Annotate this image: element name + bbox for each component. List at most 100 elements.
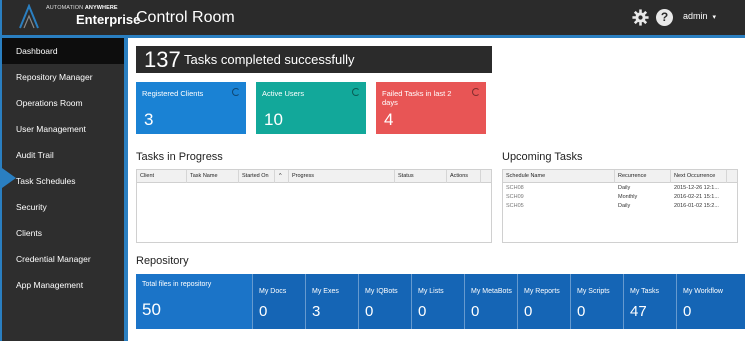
sidebar-item-security[interactable]: Security [2,194,124,220]
stat-label: Active Users [262,89,305,98]
stat-value: 10 [264,110,283,129]
refresh-icon[interactable] [232,88,240,96]
stat-card-registered-clients[interactable]: Registered Clients 3 [136,82,246,134]
repo-value: 0 [471,303,480,320]
column-header-spacer [727,170,737,183]
cell-schedule-name: SCH05 [506,203,524,209]
column-header-recurrence[interactable]: Recurrence [615,170,671,183]
repo-value: 0 [259,303,268,320]
cell-recurrence: Monthly [618,194,638,200]
app-window: AUTOMATION ANYWHERE Enterprise Control R… [0,0,745,341]
repository-title: Repository [136,255,189,267]
logo-text-small: AUTOMATION ANYWHERE [46,5,118,11]
cell-next-occurrence: 2015-12-26 12:1... [674,185,719,191]
repo-my-lists[interactable]: My Lists 0 [411,274,464,329]
sidebar-item-clients[interactable]: Clients [2,220,124,246]
tasks-completed-count: 137 [144,47,181,72]
sidebar-item-credential-manager[interactable]: Credential Manager [2,246,124,272]
repo-value: 0 [577,303,586,320]
logo-icon [19,4,39,29]
repo-my-scripts[interactable]: My Scripts 0 [570,274,623,329]
repo-label: My Workflow [683,288,723,295]
tasks-in-progress-table: Client Task Name Started On ^ Progress S… [136,169,492,243]
sidebar-item-dashboard[interactable]: Dashboard [2,38,124,64]
repo-label: My Exes [312,288,339,295]
column-header-started-on[interactable]: Started On [239,170,275,183]
column-header-actions[interactable]: Actions [447,170,481,183]
table-row[interactable]: SCH09 Monthly 2016-02-21 15:1... [503,193,737,202]
repo-value: 0 [418,303,427,320]
table-header: Schedule Name Recurrence Next Occurrence [503,170,737,183]
column-header-task-name[interactable]: Task Name [187,170,239,183]
pointer-arrow-icon [2,168,16,188]
stat-value: 4 [384,110,394,129]
repo-label: My Scripts [577,288,610,295]
caret-down-icon: ▾ [712,14,717,21]
stat-value: 3 [144,110,154,129]
repo-value: 47 [630,303,647,320]
cell-next-occurrence: 2016-01-02 15:2... [674,203,719,209]
page-title: Control Room [136,9,235,26]
sidebar-item-task-schedules[interactable]: Task Schedules [2,168,124,194]
repo-value: 50 [142,300,161,319]
stat-card-active-users[interactable]: Active Users 10 [256,82,366,134]
sidebar-item-audit-trail[interactable]: Audit Trail [2,142,124,168]
repo-label: My Lists [418,288,444,295]
user-menu[interactable]: admin ▾ [683,11,716,21]
column-header-client[interactable]: Client [137,170,187,183]
stat-label: Registered Clients [142,89,204,98]
repo-value: 3 [312,303,321,320]
top-bar: AUTOMATION ANYWHERE Enterprise Control R… [2,0,745,35]
refresh-icon[interactable] [352,88,360,96]
repo-my-workflow[interactable]: My Workflow 0 [676,274,745,329]
sort-up-icon[interactable]: ^ [275,170,289,183]
column-header-next-occurrence[interactable]: Next Occurrence [671,170,727,183]
table-row[interactable]: SCH05 Daily 2016-01-02 15:2... [503,202,737,211]
repo-my-tasks[interactable]: My Tasks 47 [623,274,676,329]
repo-label: My Docs [259,288,287,295]
repo-value: 0 [365,303,374,320]
column-header-status[interactable]: Status [395,170,447,183]
sidebar-item-operations-room[interactable]: Operations Room [2,90,124,116]
repository-summary: Total files in repository 50 My Docs 0 M… [136,274,745,329]
cell-schedule-name: SCH08 [506,185,524,191]
repo-label: My MetaBots [471,288,512,295]
repo-label: My IQBots [365,288,398,295]
dashboard-content: 137 Tasks completed successfully Registe… [128,38,745,341]
repo-my-iqbots[interactable]: My IQBots 0 [358,274,411,329]
refresh-icon[interactable] [472,88,480,96]
repo-my-reports[interactable]: My Reports 0 [517,274,570,329]
sidebar: Dashboard Repository Manager Operations … [2,38,124,341]
column-header-spacer [481,170,491,183]
column-header-progress[interactable]: Progress [289,170,395,183]
help-icon[interactable]: ? [656,9,673,26]
user-name: admin [683,11,708,21]
cell-schedule-name: SCH09 [506,194,524,200]
tasks-in-progress-title: Tasks in Progress [136,151,223,163]
repo-my-exes[interactable]: My Exes 3 [305,274,358,329]
repo-total-files[interactable]: Total files in repository 50 [136,274,252,329]
stat-card-failed-tasks[interactable]: Failed Tasks in last 2 days 4 [376,82,486,134]
repo-label: Total files in repository [142,281,212,288]
repo-value: 0 [524,303,533,320]
cell-recurrence: Daily [618,185,631,191]
upcoming-tasks-title: Upcoming Tasks [502,151,583,163]
cell-recurrence: Daily [618,203,631,209]
column-header-schedule-name[interactable]: Schedule Name [503,170,615,183]
repo-my-docs[interactable]: My Docs 0 [252,274,305,329]
sidebar-item-app-management[interactable]: App Management [2,272,124,298]
repo-label: My Tasks [630,288,660,295]
upcoming-tasks-table: Schedule Name Recurrence Next Occurrence… [502,169,738,243]
repo-my-metabots[interactable]: My MetaBots 0 [464,274,517,329]
gear-icon[interactable] [632,9,649,26]
tasks-completed-text: Tasks completed successfully [184,52,355,67]
sidebar-item-user-management[interactable]: User Management [2,116,124,142]
repo-label: My Reports [524,288,560,295]
cell-next-occurrence: 2016-02-21 15:1... [674,194,719,200]
logo-text-enterprise: Enterprise [76,12,141,27]
table-header: Client Task Name Started On ^ Progress S… [137,170,491,183]
tasks-completed-banner: 137 Tasks completed successfully [136,46,492,73]
repo-value: 0 [683,303,692,320]
table-row[interactable]: SCH08 Daily 2015-12-26 12:1... [503,184,737,193]
sidebar-item-repository-manager[interactable]: Repository Manager [2,64,124,90]
